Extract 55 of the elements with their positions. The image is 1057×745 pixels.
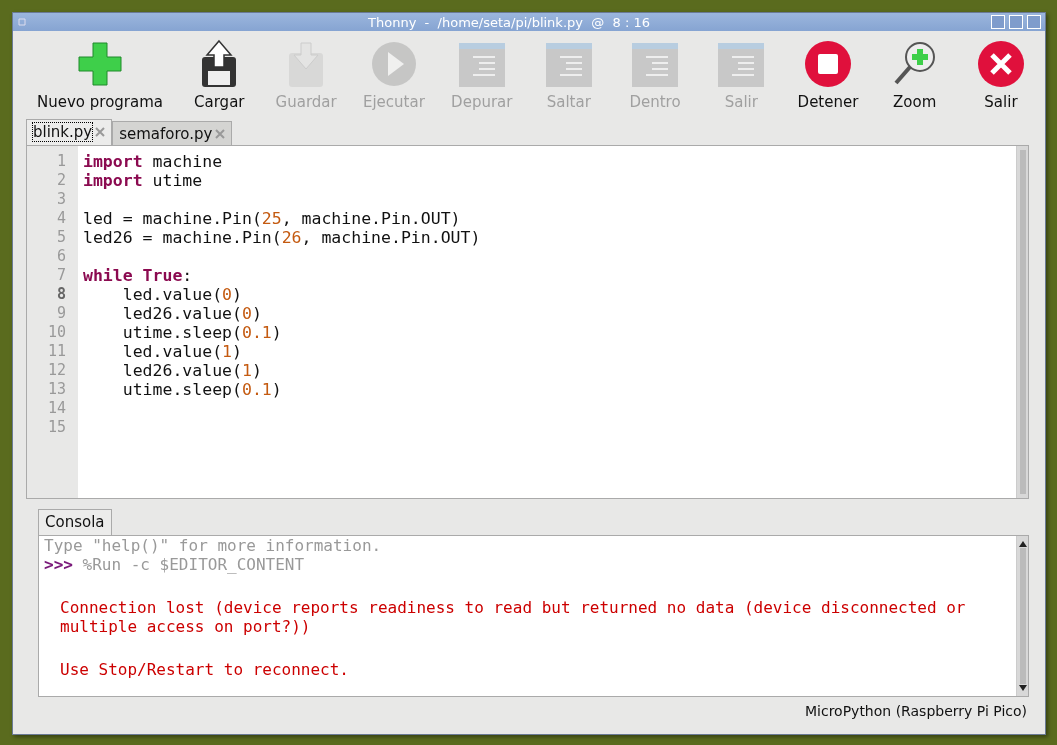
window-menu-icon[interactable] xyxy=(17,17,27,27)
scrollbar[interactable] xyxy=(1016,536,1028,696)
console-text: Type "help()" for more information. xyxy=(44,536,383,555)
line-number: 2 xyxy=(55,171,66,190)
close-button[interactable] xyxy=(1027,15,1041,29)
close-icon xyxy=(975,39,1026,89)
line-number: 3 xyxy=(55,190,66,209)
interpreter-status[interactable]: MicroPython (Raspberry Pi Pico) xyxy=(804,703,1027,719)
toolbar-button[interactable]: Nuevo programa xyxy=(37,39,163,111)
toolbar-button[interactable]: Detener xyxy=(797,39,859,111)
line-number: 8 xyxy=(55,285,66,304)
line-number: 15 xyxy=(46,418,66,437)
line-number: 14 xyxy=(46,399,66,418)
code-line: utime.sleep(0.1) xyxy=(121,323,283,342)
code-line: led = machine.Pin(25, machine.Pin.OUT) xyxy=(83,209,462,228)
stop-icon xyxy=(802,39,853,89)
window-title: Thonny - /home/seta/pi/blink.py @ 8 : 16 xyxy=(367,14,651,30)
code-line: import machine xyxy=(83,152,224,171)
toolbar-button[interactable]: Salir xyxy=(970,39,1031,111)
error-message: Connection lost (device reports readiness to read but returned no data (device disconnected or multiple access on port?)) xyxy=(59,598,967,636)
plus-icon xyxy=(75,39,125,89)
code-line: while True: xyxy=(83,266,194,285)
code-line: led26 = machine.Pin(26, machine.Pin.OUT) xyxy=(83,228,482,247)
console-tab[interactable]: Consola xyxy=(38,509,112,535)
close-icon[interactable] xyxy=(215,129,226,139)
editor-tab[interactable]: semaforo.py xyxy=(112,121,233,145)
maximize-button[interactable] xyxy=(1009,15,1023,29)
line-number: 4 xyxy=(55,209,66,228)
line-number: 1 xyxy=(55,152,66,171)
line-number: 9 xyxy=(55,304,66,323)
line-number: 6 xyxy=(55,247,66,266)
toolbar-button[interactable]: Zoom xyxy=(884,39,945,111)
code-line: led26.value(1) xyxy=(121,361,263,380)
code-line: utime.sleep(0.1) xyxy=(121,380,283,399)
editor-tab[interactable]: blink.py xyxy=(26,119,113,145)
line-number: 10 xyxy=(46,323,66,342)
close-icon[interactable] xyxy=(95,127,106,137)
code-line: led26.value(0) xyxy=(121,304,263,323)
code-line: led.value(0) xyxy=(121,285,243,304)
line-number: 7 xyxy=(55,266,66,285)
code-line: led.value(1) xyxy=(121,342,243,361)
toolbar-button[interactable]: Cargar xyxy=(189,39,250,111)
scroll-up-icon[interactable] xyxy=(1017,540,1028,548)
code-editor[interactable] xyxy=(26,145,1029,499)
error-message: Use Stop/Restart to reconnect. xyxy=(59,660,350,679)
console[interactable] xyxy=(38,535,1029,697)
minimize-button[interactable] xyxy=(991,15,1005,29)
console-command: >>> %Run -c $EDITOR_CONTENT xyxy=(44,555,306,574)
line-number: 12 xyxy=(46,361,66,380)
code-line: import utime xyxy=(83,171,204,190)
scroll-down-icon[interactable] xyxy=(1017,684,1028,692)
line-number: 5 xyxy=(55,228,66,247)
line-number: 11 xyxy=(46,342,66,361)
scrollbar[interactable] xyxy=(1016,146,1028,498)
line-number: 13 xyxy=(46,380,66,399)
